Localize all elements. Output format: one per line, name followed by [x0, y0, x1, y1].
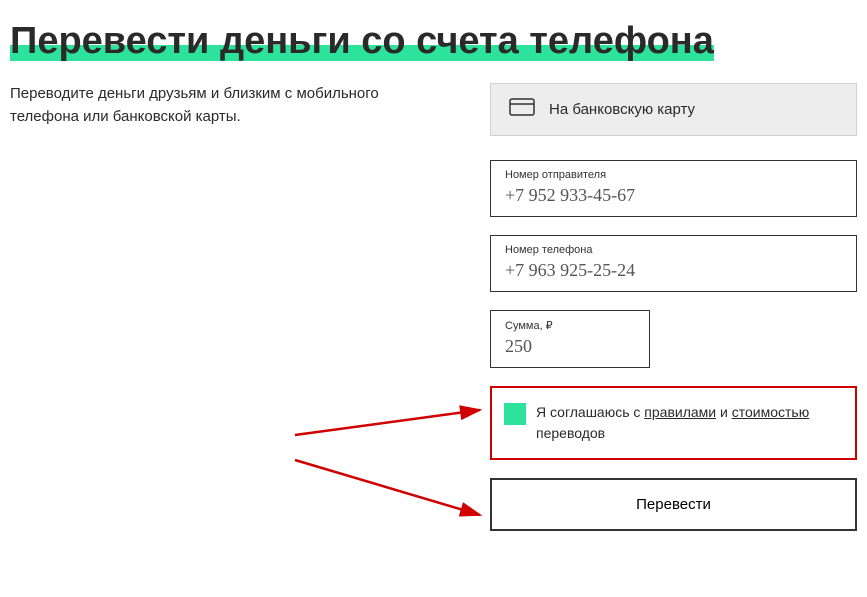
phone-field-box[interactable]: Номер телефона: [490, 235, 857, 292]
agree-text: Я соглашаюсь с правилами и стоимостью пе…: [536, 402, 843, 444]
card-option-selector[interactable]: На банковскую карту: [490, 83, 857, 136]
card-icon: [509, 98, 535, 121]
sender-field-box[interactable]: Номер отправителя: [490, 160, 857, 217]
submit-button[interactable]: Перевести: [490, 478, 857, 531]
card-option-label: На банковскую карту: [549, 101, 695, 118]
amount-field-box[interactable]: Сумма, ₽: [490, 310, 650, 368]
agree-highlight-box: Я соглашаюсь с правилами и стоимостью пе…: [490, 386, 857, 460]
amount-input[interactable]: [505, 336, 635, 357]
agree-checkbox[interactable]: [504, 403, 526, 425]
phone-input[interactable]: [505, 260, 842, 281]
amount-label: Сумма, ₽: [505, 319, 635, 332]
description-text: Переводите деньги друзьям и близким с мо…: [10, 83, 450, 128]
cost-link[interactable]: стоимостью: [732, 404, 809, 420]
phone-label: Номер телефона: [505, 244, 842, 256]
sender-label: Номер отправителя: [505, 169, 842, 181]
rules-link[interactable]: правилами: [644, 404, 716, 420]
page-title: Перевести деньги со счета телефона: [10, 20, 714, 63]
sender-input[interactable]: [505, 185, 842, 206]
